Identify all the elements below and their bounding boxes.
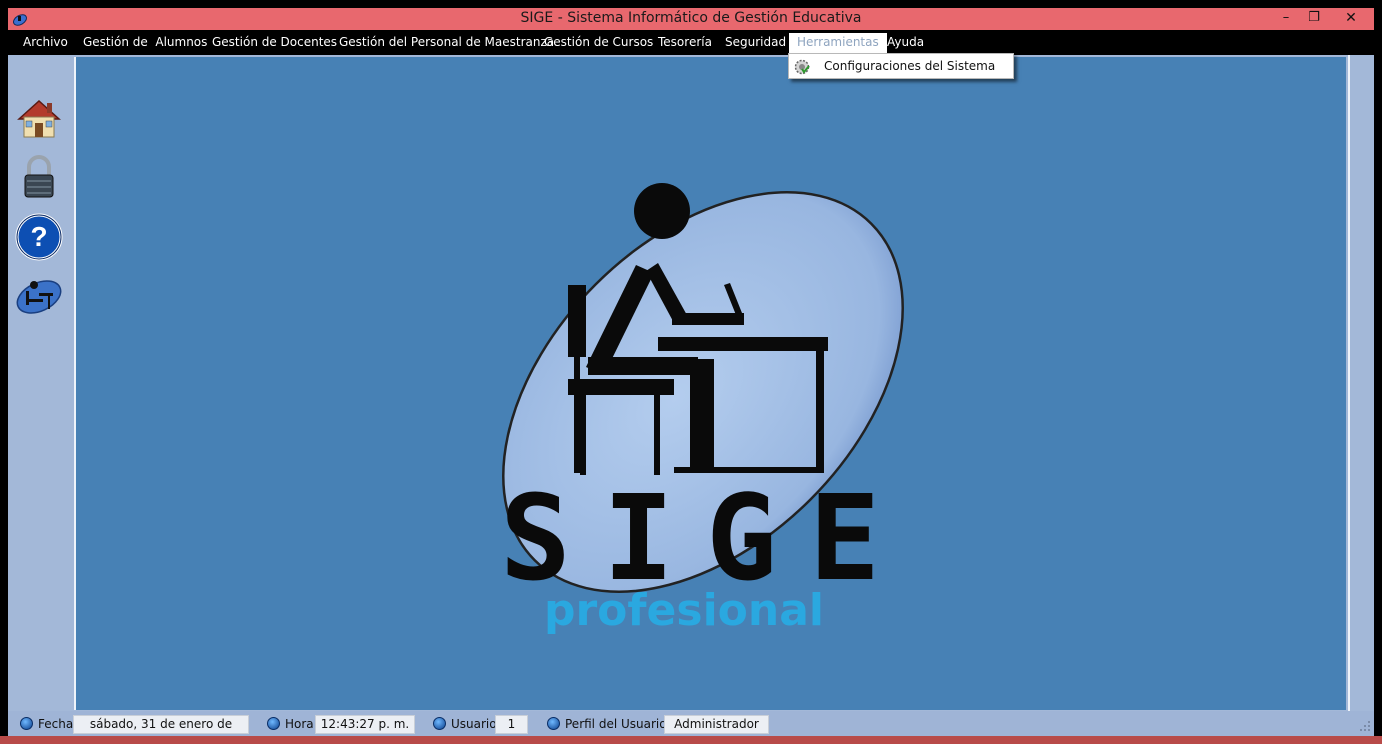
lock-icon[interactable]: [15, 153, 63, 201]
main-area: SIGE profesional: [72, 55, 1348, 711]
settings-gear-icon: [794, 59, 810, 75]
fecha-status-icon: [20, 717, 33, 730]
menu-gestion-docentes[interactable]: Gestión de Docentes: [212, 34, 337, 54]
status-bar: Fecha sábado, 31 de enero de 2015 Hora 1…: [8, 713, 1374, 744]
os-taskbar: [0, 736, 1382, 744]
usuario-status-icon: [433, 717, 446, 730]
minimize-button[interactable]: –: [1272, 8, 1300, 28]
menu-bar: Archivo Gestión de Alumnos Gestión de Do…: [8, 30, 1374, 55]
menu-archivo[interactable]: Archivo: [23, 34, 68, 54]
hora-status-icon: [267, 717, 280, 730]
sige-logo-icon[interactable]: [15, 273, 63, 321]
help-icon[interactable]: ?: [15, 213, 63, 261]
svg-text:?: ?: [30, 221, 47, 252]
perfil-value: Administrador: [664, 715, 769, 734]
sige-logo: SIGE profesional: [500, 183, 904, 636]
resize-grip-icon[interactable]: [1358, 719, 1372, 733]
maximize-button[interactable]: ❐: [1300, 8, 1328, 28]
perfil-label: Perfil del Usuario: [565, 717, 667, 731]
logo-tagline: profesional: [544, 585, 824, 636]
fecha-label: Fecha: [38, 717, 74, 731]
home-icon[interactable]: [15, 95, 63, 143]
title-bar[interactable]: SIGE - Sistema Informático de Gestión Ed…: [8, 8, 1374, 30]
window-title: SIGE - Sistema Informático de Gestión Ed…: [520, 10, 862, 26]
hora-label: Hora: [285, 717, 314, 731]
menu-ayuda[interactable]: Ayuda: [887, 34, 924, 54]
left-toolbar: ?: [8, 55, 72, 711]
menu-gestion-cursos[interactable]: Gestión de Cursos: [544, 34, 653, 54]
menu-seguridad[interactable]: Seguridad: [725, 34, 786, 54]
menu-gestion-alumnos[interactable]: Gestión de Alumnos: [83, 34, 207, 54]
menu-herramientas[interactable]: Herramientas: [789, 33, 887, 54]
fecha-value: sábado, 31 de enero de 2015: [73, 715, 249, 744]
close-button[interactable]: ✕: [1332, 8, 1370, 28]
usuario-value: 1: [495, 715, 528, 734]
main-panel: SIGE profesional: [74, 57, 1346, 710]
usuario-label: Usuario: [451, 717, 497, 731]
menu-tesoreria[interactable]: Tesorería: [658, 34, 712, 54]
application-window: SIGE - Sistema Informático de Gestión Ed…: [8, 8, 1374, 744]
perfil-status-icon: [547, 717, 560, 730]
menu-item-configuraciones[interactable]: Configuraciones del Sistema: [824, 59, 995, 73]
herramientas-dropdown: Configuraciones del Sistema: [788, 53, 1014, 79]
menu-gestion-maestranza[interactable]: Gestión del Personal de Maestranza: [339, 34, 554, 54]
right-border-strip: [1348, 55, 1374, 711]
hora-value: 12:43:27 p. m.: [315, 715, 415, 734]
